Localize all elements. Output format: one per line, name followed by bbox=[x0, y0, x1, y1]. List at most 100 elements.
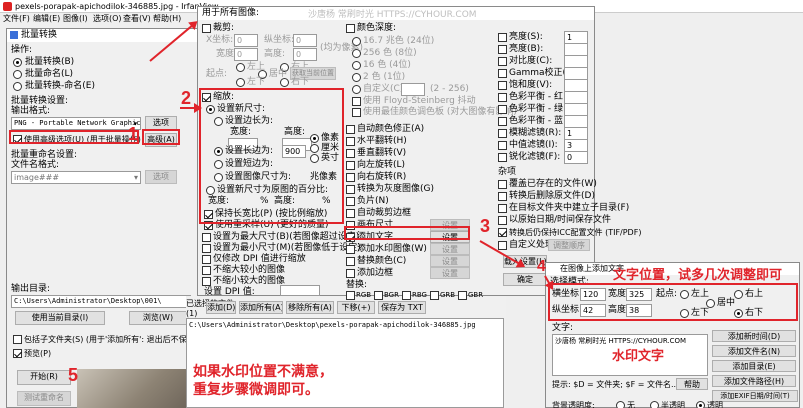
add-file-name-button[interactable]: 添加文件名(N) bbox=[712, 345, 796, 357]
median-checkbox[interactable] bbox=[498, 141, 507, 150]
contrast-checkbox[interactable] bbox=[498, 45, 507, 54]
preview-checkbox[interactable] bbox=[13, 349, 22, 358]
cd-custom-input[interactable] bbox=[401, 83, 425, 96]
radio-batch-both-label: 批量转换-命名(E) bbox=[25, 81, 95, 91]
add-dir-button[interactable]: 添加目录(E) bbox=[712, 360, 796, 372]
no-shrink-checkbox[interactable] bbox=[202, 277, 211, 286]
add-path-button[interactable]: 添加文件路径(H) bbox=[712, 375, 796, 387]
help-button[interactable]: 帮助 bbox=[676, 378, 708, 390]
rename-options-button[interactable]: 选项 bbox=[145, 170, 177, 184]
best-palette-checkbox[interactable] bbox=[352, 108, 361, 117]
auto-border-checkbox[interactable] bbox=[346, 209, 355, 218]
add-all-button[interactable]: 添加所有(A) bbox=[239, 301, 283, 314]
swap-rbg[interactable] bbox=[402, 291, 411, 300]
overlay-image-checkbox[interactable] bbox=[346, 245, 355, 254]
only-smaller-checkbox[interactable] bbox=[202, 244, 211, 253]
crop-width-input[interactable]: 0 bbox=[234, 48, 258, 61]
format-options-button[interactable]: 选项 bbox=[145, 116, 177, 130]
saturation-checkbox[interactable] bbox=[498, 81, 507, 90]
remove-all-button[interactable]: 移除所有(A) bbox=[286, 301, 334, 314]
flip-h-checkbox[interactable] bbox=[346, 137, 355, 146]
output-dir-input[interactable]: C:\Users\Administrator\Desktop\001\ bbox=[11, 295, 191, 308]
radio-cd-2[interactable] bbox=[352, 73, 361, 82]
menu-image[interactable]: 图像(I) bbox=[63, 13, 88, 24]
overlay-settings-button[interactable]: 设置 bbox=[430, 243, 470, 255]
move-down-button[interactable]: 下移(+) bbox=[337, 301, 375, 314]
swap-rgb[interactable] bbox=[346, 291, 355, 300]
green-checkbox[interactable] bbox=[498, 105, 507, 114]
test-rename-button[interactable]: 测试重命名 bbox=[17, 391, 71, 406]
add-button[interactable]: 添加(D) bbox=[206, 301, 236, 314]
crop-height-input[interactable]: 0 bbox=[293, 48, 317, 61]
add-new-time-button[interactable]: 添加新时间(D) bbox=[712, 330, 796, 342]
custom-sort-checkbox[interactable] bbox=[498, 241, 507, 250]
brightness-checkbox[interactable] bbox=[498, 33, 507, 42]
radio-cd-16m[interactable] bbox=[352, 37, 361, 46]
red-checkbox[interactable] bbox=[498, 93, 507, 102]
crop-pos-top-left[interactable] bbox=[236, 63, 245, 72]
dpi-input[interactable] bbox=[280, 285, 320, 296]
grayscale-checkbox[interactable] bbox=[346, 185, 355, 194]
opacity-half-label: 半透明 bbox=[661, 401, 685, 408]
opacity-half-radio[interactable] bbox=[650, 401, 659, 408]
output-format-select[interactable]: PNG - Portable Network Graphics bbox=[11, 117, 141, 130]
auto-correct-label: 自动颜色修正(A) bbox=[357, 124, 425, 134]
dither-checkbox[interactable] bbox=[352, 97, 361, 106]
include-subfolders-checkbox[interactable] bbox=[13, 335, 22, 344]
menu-view[interactable]: 查看(V) bbox=[123, 13, 151, 24]
radio-batch-rename[interactable] bbox=[13, 70, 22, 79]
rotate-left-checkbox[interactable] bbox=[346, 161, 355, 170]
exif-button[interactable]: 添加EXIF日期/时间(T) bbox=[712, 390, 798, 402]
contrast2-checkbox[interactable] bbox=[498, 57, 507, 66]
file-list-item[interactable]: C:\Users\Administrator\Desktop\pexels-po… bbox=[189, 320, 476, 331]
use-current-dir-button[interactable]: 使用当前目录(I) bbox=[15, 311, 105, 325]
blue-checkbox[interactable] bbox=[498, 117, 507, 126]
negative-checkbox[interactable] bbox=[346, 197, 355, 206]
only-dpi-checkbox[interactable] bbox=[202, 255, 211, 264]
start-button[interactable]: 开始(R) bbox=[17, 370, 71, 385]
menu-options[interactable]: 选项(O) bbox=[93, 13, 122, 24]
crop-y-label: 纵坐标: bbox=[264, 35, 295, 45]
menu-file[interactable]: 文件(F) bbox=[3, 13, 30, 24]
radio-batch-convert[interactable] bbox=[13, 58, 22, 67]
radio-batch-both[interactable] bbox=[13, 82, 22, 91]
delete-orig-checkbox[interactable] bbox=[498, 192, 507, 201]
swap-gbr[interactable] bbox=[458, 291, 467, 300]
only-larger-checkbox[interactable] bbox=[202, 233, 211, 242]
crop-pos-bottom-left[interactable] bbox=[236, 78, 245, 87]
opacity-transparent-radio[interactable] bbox=[696, 401, 705, 408]
sharpen-input[interactable]: 0 bbox=[564, 151, 588, 164]
overwrite-checkbox[interactable] bbox=[498, 180, 507, 189]
crop-x-input[interactable]: 0 bbox=[234, 34, 258, 47]
no-enlarge-checkbox[interactable] bbox=[202, 266, 211, 275]
blur-checkbox[interactable] bbox=[498, 129, 507, 138]
keep-date-checkbox[interactable] bbox=[498, 216, 507, 225]
menu-help[interactable]: 帮助(H) bbox=[153, 13, 181, 24]
opacity-none-radio[interactable] bbox=[616, 401, 625, 408]
border-settings-button[interactable]: 设置 bbox=[430, 267, 470, 279]
sharpen-checkbox[interactable] bbox=[498, 153, 507, 162]
gamma-checkbox[interactable] bbox=[498, 69, 507, 78]
radio-cd-16[interactable] bbox=[352, 61, 361, 70]
auto-correct-checkbox[interactable] bbox=[346, 125, 355, 134]
create-subdir-checkbox[interactable] bbox=[498, 204, 507, 213]
save-as-txt-button[interactable]: 保存为 TXT bbox=[378, 301, 426, 314]
add-border-checkbox[interactable] bbox=[346, 269, 355, 278]
replace-color-checkbox[interactable] bbox=[346, 257, 355, 266]
custom-sort-button[interactable]: 调整顺序 bbox=[548, 239, 590, 251]
swap-bgr[interactable] bbox=[374, 291, 383, 300]
replace-settings-button[interactable]: 设置 bbox=[430, 255, 470, 267]
crop-pos-bottom-right[interactable] bbox=[280, 78, 289, 87]
swap-grb[interactable] bbox=[430, 291, 439, 300]
filename-format-select[interactable]: image### bbox=[11, 171, 141, 184]
color-depth-checkbox[interactable] bbox=[346, 24, 355, 33]
radio-cd-custom[interactable] bbox=[352, 85, 361, 94]
browse-button[interactable]: 浏览(W) bbox=[129, 311, 187, 325]
rotate-right-checkbox[interactable] bbox=[346, 173, 355, 182]
radio-cd-256[interactable] bbox=[352, 49, 361, 58]
menu-edit[interactable]: 编辑(E) bbox=[33, 13, 60, 24]
crop-checkbox[interactable] bbox=[202, 24, 211, 33]
crop-y-input[interactable]: 0 bbox=[293, 34, 317, 47]
keep-icc-checkbox[interactable] bbox=[498, 228, 507, 237]
flip-v-checkbox[interactable] bbox=[346, 149, 355, 158]
